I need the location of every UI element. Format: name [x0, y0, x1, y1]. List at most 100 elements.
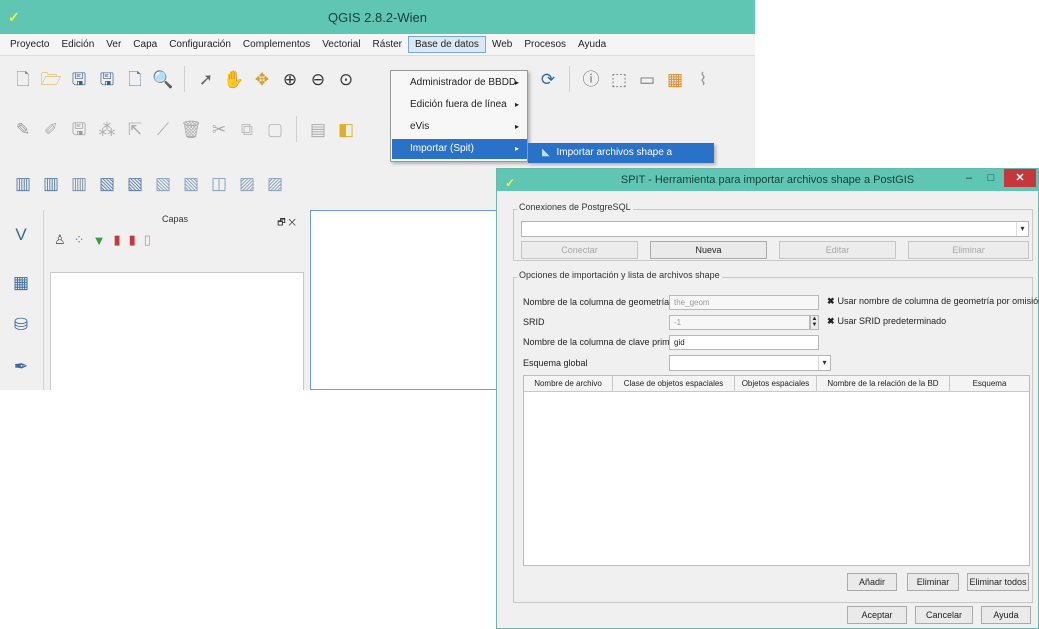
toggle-editing-icon[interactable]: ✐ [40, 118, 62, 140]
add-file-button[interactable]: Añadir [847, 573, 897, 591]
add-vector-layer-icon[interactable]: ▥ [12, 172, 34, 194]
minimize-button[interactable]: – [958, 169, 980, 187]
qgis-title-bar: ✓ QGIS 2.8.2-Wien [0, 0, 755, 34]
collapse-all-icon[interactable]: ▮ [129, 232, 136, 248]
add-raster-layer-icon[interactable]: ▥ [40, 172, 62, 194]
menu-item-evis[interactable]: eVis ▸ [392, 117, 527, 137]
use-default-srid-checkbox[interactable]: ✖ Usar SRID predeterminado [827, 316, 946, 327]
deselect-icon[interactable]: ▭ [636, 68, 658, 90]
add-feather-layer-icon[interactable]: ✒ [10, 356, 32, 378]
add-oracle-layer-icon[interactable]: ▧ [152, 172, 174, 194]
menu-ayuda[interactable]: Ayuda [572, 37, 612, 52]
connection-select[interactable]: ▾ [521, 221, 1029, 237]
menu-vectorial[interactable]: Vectorial [316, 37, 366, 52]
pan-map-icon[interactable]: ➚ [195, 68, 217, 90]
remove-all-files-button[interactable]: Eliminar todos [967, 573, 1029, 591]
srid-field[interactable]: -1 [669, 315, 810, 330]
add-vector-icon[interactable]: V [10, 224, 32, 246]
move-feature-icon[interactable]: ⇱ [124, 118, 146, 140]
paste-features-icon[interactable]: ▢ [264, 118, 286, 140]
panel-float-close-buttons[interactable]: 🗗 ✕ [277, 213, 296, 231]
zoom-out-icon[interactable]: ⊖ [307, 68, 329, 90]
layers-list[interactable] [50, 272, 304, 390]
menu-bar: Proyecto Edición Ver Capa Configuración … [0, 34, 755, 56]
add-spatialite-layer-icon[interactable]: ▧ [96, 172, 118, 194]
close-button[interactable]: ✕ [1004, 169, 1036, 187]
save-project-icon[interactable]: 🖫 [68, 68, 90, 90]
add-postgis-layer-icon[interactable]: ▥ [68, 172, 90, 194]
new-connection-button[interactable]: Nueva [650, 241, 767, 259]
delete-selected-icon[interactable]: 🗑 [180, 118, 202, 140]
menu-proyecto[interactable]: Proyecto [4, 37, 55, 52]
copy-features-icon[interactable]: ⧉ [236, 118, 258, 140]
open-attribute-table-icon[interactable]: ▦ [664, 68, 686, 90]
add-database-icon[interactable]: ⛁ [10, 314, 32, 336]
column-header[interactable]: Objetos espaciales [735, 376, 817, 391]
node-tool-icon[interactable]: ⟋ [152, 118, 174, 140]
open-project-icon[interactable]: 🗁 [40, 68, 62, 90]
menu-capa[interactable]: Capa [127, 37, 163, 52]
identify-icon[interactable]: ⓘ [580, 68, 602, 90]
add-wms-layer-icon[interactable]: ▧ [180, 172, 202, 194]
add-mssql-layer-icon[interactable]: ▧ [124, 172, 146, 194]
cancel-button[interactable]: Cancelar [915, 606, 973, 624]
menu-raster[interactable]: Ráster [367, 37, 408, 52]
column-header[interactable]: Nombre de archivo [524, 376, 613, 391]
touch-zoom-icon[interactable]: ✋ [223, 68, 245, 90]
label-tool-icon[interactable]: ▤ [307, 118, 329, 140]
composer-manager-icon[interactable]: 🔍 [152, 68, 174, 90]
srid-spinner[interactable]: ▲ ▼ [810, 315, 819, 330]
delete-connection-button[interactable]: Eliminar [908, 241, 1029, 259]
label-pin-icon[interactable]: ◧ [335, 118, 357, 140]
menu-base-de-datos[interactable]: Base de datos [408, 36, 486, 53]
shapefile-table[interactable]: Nombre de archivo Clase de objetos espac… [523, 375, 1030, 566]
ok-button[interactable]: Aceptar [847, 606, 907, 624]
measure-icon[interactable]: ⌇ [692, 68, 714, 90]
new-print-composer-icon[interactable]: 🗋 [124, 68, 146, 90]
layers-panel-tools: ♙ ⁘ ▼ ▮ ▮ ▯ [46, 228, 304, 252]
menu-web[interactable]: Web [486, 37, 518, 52]
add-feature-icon[interactable]: ⁂ [96, 118, 118, 140]
expand-all-icon[interactable]: ▮ [113, 232, 120, 248]
pan-to-selection-icon[interactable]: ✥ [251, 68, 273, 90]
menu-item-db-manager[interactable]: Administrador de BBDD ▸ [392, 73, 527, 93]
column-header[interactable]: Esquema [950, 376, 1029, 391]
menu-item-import-spit[interactable]: Importar (Spit) ▸ [392, 139, 527, 159]
filter-legend-icon[interactable]: ▼ [93, 233, 106, 248]
current-edits-icon[interactable]: ✎ [12, 118, 34, 140]
add-wfs-layer-icon[interactable]: ▨ [236, 172, 258, 194]
edit-connection-button[interactable]: Editar [779, 241, 896, 259]
submenu-arrow-icon: ▸ [514, 100, 519, 109]
column-header[interactable]: Clase de objetos espaciales [613, 376, 735, 391]
menu-item-offline-editing[interactable]: Edición fuera de línea ▸ [392, 95, 527, 115]
menu-complementos[interactable]: Complementos [237, 37, 316, 52]
add-group-icon[interactable]: ⁘ [74, 232, 85, 248]
menu-procesos[interactable]: Procesos [518, 37, 572, 52]
use-default-geometry-checkbox[interactable]: ✖ Usar nombre de columna de geometría por… [827, 296, 1039, 307]
save-layer-edits-icon[interactable]: 🖫 [68, 118, 90, 140]
remove-file-button[interactable]: Eliminar [907, 573, 959, 591]
maximize-button[interactable]: □ [980, 169, 1002, 187]
zoom-in-icon[interactable]: ⊕ [279, 68, 301, 90]
remove-layer-icon[interactable]: ▯ [144, 232, 151, 248]
primary-key-field[interactable]: gid [669, 335, 819, 350]
connect-button[interactable]: Conectar [521, 241, 638, 259]
menu-ver[interactable]: Ver [100, 37, 127, 52]
geometry-column-field[interactable]: the_geom [669, 295, 819, 310]
add-raster-icon[interactable]: ▦ [10, 272, 32, 294]
menu-configuracion[interactable]: Configuración [163, 37, 237, 52]
save-as-icon[interactable]: 🖫 [96, 68, 118, 90]
add-wcs-layer-icon[interactable]: ◫ [208, 172, 230, 194]
submenu-import-shapefiles[interactable]: ◣ Importar archivos shape a PostgreSQL [528, 143, 714, 178]
zoom-native-icon[interactable]: ⊙ [335, 68, 357, 90]
global-schema-select[interactable]: ▾ [669, 355, 831, 371]
cut-features-icon[interactable]: ✂ [208, 118, 230, 140]
help-button[interactable]: Ayuda [981, 606, 1031, 624]
new-project-icon[interactable]: 🗋 [12, 68, 34, 90]
column-header[interactable]: Nombre de la relación de la BD [817, 376, 950, 391]
add-delimited-text-icon[interactable]: ▨ [264, 172, 286, 194]
menu-edicion[interactable]: Edición [55, 37, 100, 52]
layer-styling-icon[interactable]: ♙ [54, 232, 66, 248]
refresh-icon[interactable]: ⟳ [537, 68, 559, 90]
select-features-icon[interactable]: ⬚ [608, 68, 630, 90]
